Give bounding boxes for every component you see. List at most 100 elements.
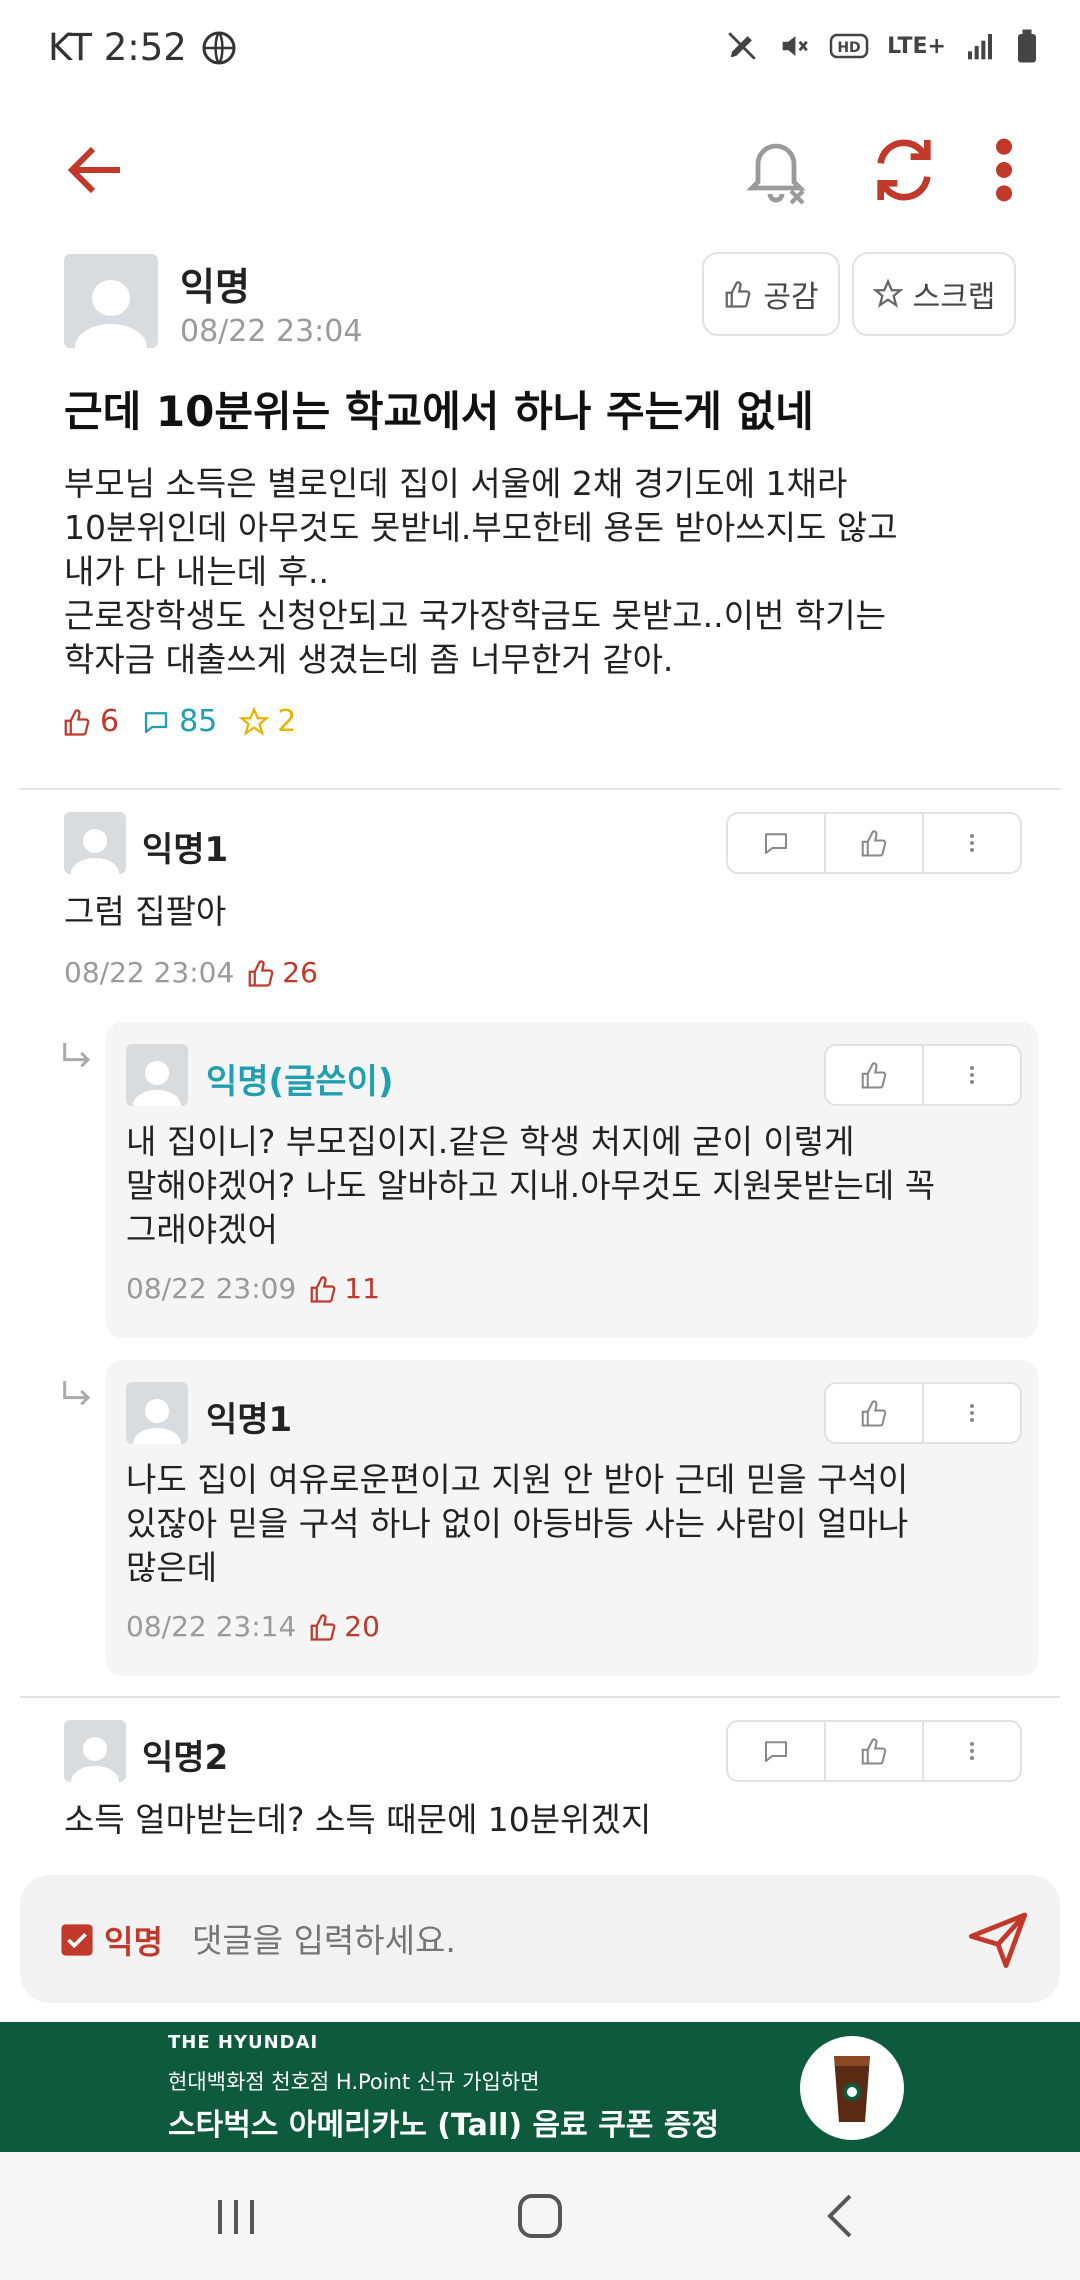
comment-author: 익명2 <box>142 1738 229 1778</box>
ad-line2: 스타벅스 아메리카노 (Tall) 음료 쿠폰 증정 <box>168 2108 720 2143</box>
comment-text: 내 집이니? 부모집이지.같은 학생 처지에 굳이 이렇게 말해야겠어? 나도 … <box>126 1122 936 1249</box>
comment-like-count: 20 <box>308 1610 380 1643</box>
globe-icon <box>202 31 236 64</box>
like-count-value: 11 <box>344 1272 380 1305</box>
scrap-button[interactable]: 스크랩 <box>852 252 1016 336</box>
reply-button[interactable] <box>728 814 826 872</box>
comment-datetime: 08/22 23:14 <box>126 1610 297 1643</box>
more-button[interactable] <box>924 1384 1020 1442</box>
svg-text:HD: HD <box>837 40 860 56</box>
thumbs-up-icon <box>861 830 887 857</box>
more-vertical-icon <box>970 1404 974 1422</box>
back-button[interactable] <box>60 134 132 206</box>
ad-product-image <box>800 2036 904 2140</box>
ad-line1: 현대백화점 천호점 H.Point 신규 가입하면 <box>168 2070 540 2094</box>
comment-text: 소득 얼마받는데? 소득 때문에 10분위겠지 <box>64 1800 652 1839</box>
refresh-button[interactable] <box>864 130 944 210</box>
like-button[interactable] <box>826 1384 924 1442</box>
ad-brand: THE HYUNDAI <box>168 2032 319 2053</box>
home-button[interactable] <box>510 2188 570 2244</box>
reply-box: 익명(글쓴이) 내 집이니? 부모집이지.같은 학생 처지에 굳이 이렇게 말해… <box>106 1022 1038 1338</box>
post-title: 근데 10분위는 학교에서 하나 주는게 없네 <box>64 387 814 436</box>
comment-avatar <box>64 812 126 874</box>
pen-off-icon <box>728 32 756 60</box>
more-button[interactable] <box>924 1046 1020 1104</box>
comment-author: 익명1 <box>206 1400 293 1440</box>
comment-icon <box>765 1741 787 1762</box>
comment-meta: 08/22 23:09 11 <box>126 1272 380 1305</box>
reply-button[interactable] <box>728 1722 826 1780</box>
comment-icon <box>144 711 168 733</box>
comment-avatar <box>126 1044 188 1106</box>
chevron-left-icon <box>827 2194 852 2238</box>
recent-apps-button[interactable] <box>206 2192 266 2242</box>
more-button[interactable] <box>924 1722 1020 1780</box>
comment-like-count: 26 <box>246 956 318 989</box>
system-nav-bar <box>0 2152 1080 2280</box>
divider <box>20 1696 1060 1698</box>
comment-actions <box>824 1382 1022 1444</box>
back-nav-button[interactable] <box>814 2188 870 2244</box>
comment-text: 나도 집이 여유로운편이고 지원 안 받아 근데 믿을 구석이 있잖아 믿을 구… <box>126 1460 909 1587</box>
top-toolbar <box>0 110 1080 230</box>
post-like-count: 6 <box>100 704 120 739</box>
post-comment-stat: 85 <box>141 704 217 739</box>
anonymous-label: 익명 <box>104 1923 163 1961</box>
anonymous-checkbox[interactable]: 익명 <box>60 1917 163 1963</box>
comment-input-bar: 익명 <box>20 1875 1060 2003</box>
thumbs-up-icon <box>861 1400 887 1427</box>
comment-input[interactable] <box>190 1905 954 1975</box>
post-author-avatar <box>64 254 158 348</box>
divider <box>20 788 1060 790</box>
empathy-label: 공감 <box>763 280 819 315</box>
star-icon <box>872 279 903 308</box>
comment-actions <box>824 1044 1022 1106</box>
empathy-button[interactable]: 공감 <box>702 252 840 336</box>
post-datetime: 08/22 23:04 <box>180 314 363 349</box>
more-vertical-icon <box>970 1066 974 1084</box>
post-body: 부모님 소득은 별로인데 집이 서울에 2채 경기도에 1채라 10분위인데 아… <box>64 464 898 679</box>
comment-actions <box>726 1720 1022 1782</box>
more-button[interactable] <box>924 814 1020 872</box>
comment-datetime: 08/22 23:09 <box>126 1272 297 1305</box>
checkbox-checked-icon <box>61 1924 93 1956</box>
post-scrap-stat: 2 <box>239 704 296 739</box>
signal-icon <box>968 34 992 60</box>
comment-like-count: 11 <box>308 1272 380 1305</box>
send-button[interactable] <box>966 1907 1030 1971</box>
like-button[interactable] <box>826 814 924 872</box>
bell-off-icon <box>746 143 806 205</box>
comment-icon <box>765 833 787 854</box>
thumbs-up-icon <box>310 1275 336 1303</box>
send-icon <box>968 1912 1028 1969</box>
post-comment-count: 85 <box>179 704 218 739</box>
more-vertical-icon <box>996 138 1012 202</box>
more-button[interactable] <box>982 130 1026 210</box>
notification-button[interactable] <box>740 130 812 210</box>
network-type: LTE+ <box>887 33 946 59</box>
recent-apps-icon <box>218 2200 254 2234</box>
reply-arrow-icon <box>63 1043 91 1068</box>
like-count-value: 20 <box>344 1610 380 1643</box>
comment-author: 익명(글쓴이) <box>206 1062 394 1102</box>
reply-box: 익명1 나도 집이 여유로운편이고 지원 안 받아 근데 믿을 구석이 있잖아 … <box>106 1360 1038 1676</box>
home-icon <box>518 2194 562 2238</box>
like-button[interactable] <box>826 1722 924 1780</box>
comment-datetime: 08/22 23:04 <box>64 956 235 989</box>
refresh-icon <box>877 139 931 201</box>
reply-arrow-icon <box>63 1381 91 1406</box>
thumbs-up-icon <box>310 1613 336 1641</box>
ad-banner[interactable]: THE HYUNDAI 현대백화점 천호점 H.Point 신규 가입하면 스타… <box>0 2022 1080 2152</box>
thumbs-up-icon <box>861 1062 887 1089</box>
mute-icon <box>782 36 808 56</box>
comment-author: 익명1 <box>142 830 229 870</box>
thumbs-up-icon <box>64 708 90 736</box>
thumbs-up-icon <box>861 1738 887 1765</box>
comment-meta: 08/22 23:04 26 <box>64 956 318 989</box>
comment-actions <box>726 812 1022 874</box>
thumbs-up-icon <box>726 281 751 308</box>
arrow-left-icon <box>67 146 120 194</box>
comment-meta: 08/22 23:14 20 <box>126 1610 380 1643</box>
status-bar: KT 2:52 HD LTE+ <box>0 0 1080 100</box>
like-button[interactable] <box>826 1046 924 1104</box>
